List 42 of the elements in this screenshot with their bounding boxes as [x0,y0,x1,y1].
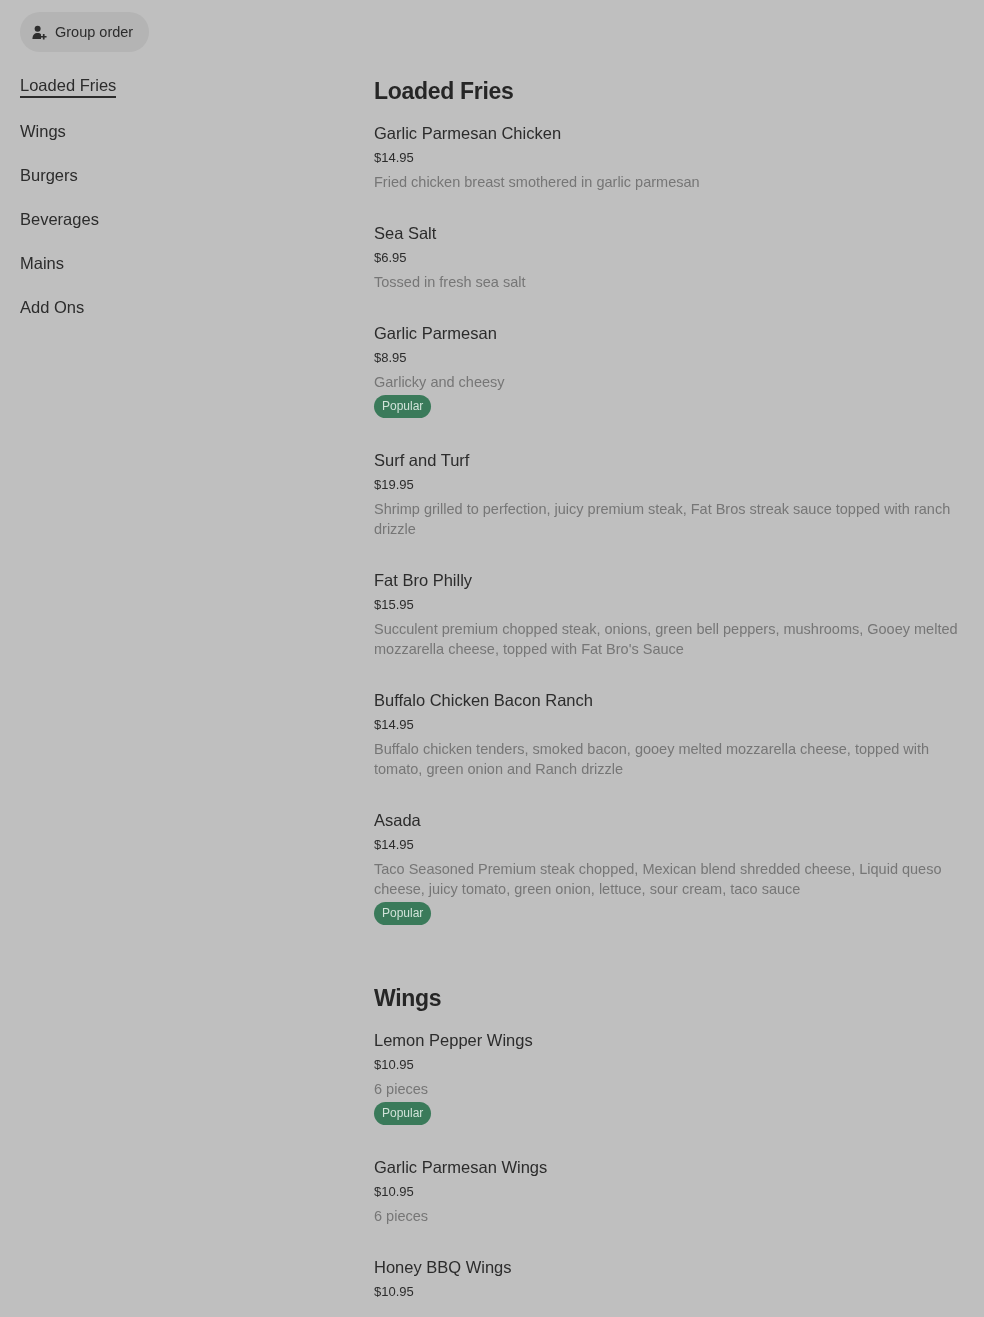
item-name[interactable]: Surf and Turf [374,448,964,472]
item-description: 6 pieces [374,1080,429,1099]
item-description: Garlicky and cheesy [374,373,506,392]
item-price: $10.95 [374,1183,415,1201]
item-price: $14.95 [374,836,415,854]
item-description: Succulent premium chopped steak, onions, green bell peppers, mushrooms, Gooey melted mozzarella cheese, topped with Fat Bro's Sauce [374,620,959,659]
popular-badge: Popular [374,902,432,925]
group-order-button[interactable]: Group order [20,12,150,52]
category-tab[interactable]: Burgers [20,164,78,186]
item-description: Shrimp grilled to perfection, juicy premium steak, Fat Bros streak sauce topped with ranch drizzle [374,500,952,539]
item-name[interactable]: Garlic Parmesan Wings [374,1155,964,1179]
category-tab[interactable]: Wings [20,120,66,142]
item-price: $10.95 [374,1283,415,1301]
section-heading: Loaded Fries [374,77,515,106]
item-description: Buffalo chicken tenders, smoked bacon, gooey melted mozzarella cheese, topped with tomato, green onion and Ranch drizzle [374,740,931,779]
item-name[interactable]: Lemon Pepper Wings [374,1028,964,1052]
section-heading: Wings [374,984,443,1013]
item-price: $6.95 [374,249,408,267]
category-tab[interactable]: Beverages [20,208,99,230]
item-name[interactable]: Garlic Parmesan Chicken [374,121,964,145]
item-name[interactable]: Sea Salt [374,221,964,245]
item-name[interactable]: Asada [374,808,964,832]
item-name[interactable]: Honey BBQ Wings [374,1255,964,1279]
category-tab[interactable]: Add Ons [20,296,85,318]
item-price: $8.95 [374,349,408,367]
item-price: $10.95 [374,1056,415,1074]
item-price: $14.95 [374,149,415,167]
item-description: Tossed in fresh sea salt [374,273,527,292]
item-name[interactable]: Buffalo Chicken Bacon Ranch [374,688,964,712]
category-tab[interactable]: Mains [20,252,64,274]
item-price: $15.95 [374,596,415,614]
popular-badge: Popular [374,395,432,418]
category-tab[interactable]: Loaded Fries [20,74,117,98]
person-plus-icon [32,24,47,40]
item-description: Fried chicken breast smothered in garlic parmesan [374,173,701,192]
item-price: $14.95 [374,716,415,734]
popular-badge: Popular [374,1102,432,1125]
item-price: $19.95 [374,476,415,494]
item-description: 6 pieces [374,1207,429,1226]
item-name[interactable]: Fat Bro Philly [374,568,964,592]
item-description: Taco Seasoned Premium steak chopped, Mexican blend shredded cheese, Liquid queso cheese, juicy tomato, green onion, lettuce, sour cream, taco sauce [374,860,943,899]
item-name[interactable]: Garlic Parmesan [374,321,964,345]
